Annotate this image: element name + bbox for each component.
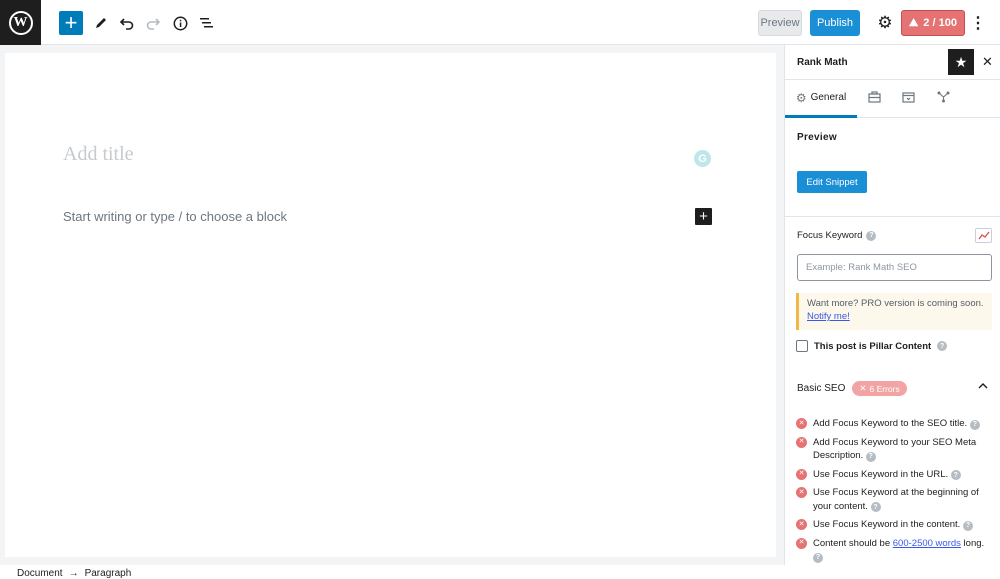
basic-seo-label: Basic SEO [797,383,846,394]
notify-me-link[interactable]: Notify me! [807,311,850,322]
sidebar-header: Rank Math ★ ✕ [785,45,1000,80]
list-item: ✕ Use Focus Keyword at the beginning of … [796,486,996,513]
block-appender[interactable]: Start writing or type / to choose a bloc… [63,209,287,224]
trend-icon[interactable] [975,228,992,243]
error-x-icon: ✕ [796,418,807,429]
edit-snippet-button[interactable]: Edit Snippet [797,171,867,193]
block-breadcrumb: Document → Paragraph [0,565,1000,579]
post-title-input[interactable]: Add title [63,143,134,166]
preview-heading: Preview [797,132,837,143]
list-item: ✕ Add Focus Keyword to your SEO Meta Des… [796,436,996,463]
list-view-icon[interactable] [194,11,218,35]
tab-social-share-icon[interactable] [937,91,950,106]
help-icon[interactable]: ? [962,520,973,531]
wordpress-icon: W [8,10,33,35]
error-x-icon: ✕ [796,519,807,530]
focus-keyword-text: Focus Keyword [797,230,863,241]
word-count-link[interactable]: 600-2500 words [893,538,961,549]
errors-badge: ✕ 6 Errors [852,381,907,396]
info-icon[interactable] [168,11,192,35]
rank-math-score-button[interactable]: ⛰ 2 / 100 [901,10,965,36]
check-text: Use Focus Keyword at the beginning of yo… [813,487,979,512]
help-icon[interactable]: ? [865,451,876,462]
errors-badge-label: 6 Errors [869,383,900,394]
check-text: Add Focus Keyword to your SEO Meta Descr… [813,436,977,462]
preview-section: Preview Edit Snippet [785,118,1000,217]
help-icon[interactable]: ? [813,552,823,563]
settings-gear-icon[interactable]: ⚙ [875,13,895,33]
close-icon[interactable]: ✕ [982,54,993,70]
add-block-button[interactable]: + [59,11,83,35]
error-x-icon: ✕ [796,468,807,480]
editor-canvas: Add title G Start writing or type / to c… [5,53,776,557]
list-item: ✕ Add Focus Keyword to the SEO title. ? [796,417,996,431]
tab-advanced-toolbox-icon[interactable] [868,91,881,106]
wordpress-logo[interactable]: W [0,0,41,45]
rank-math-logo-icon: ⛰ [909,16,919,29]
help-icon[interactable]: ? [950,470,961,481]
chevron-up-icon[interactable] [978,381,988,392]
error-x-icon: ✕ [796,537,807,549]
pencil-icon[interactable] [89,11,113,35]
sidebar-title: Rank Math [797,57,848,68]
list-item: ✕ Content should be 600-2500 words long.… [796,537,996,564]
focus-keyword-input[interactable]: Example: Rank Math SEO [797,254,992,281]
breadcrumb-paragraph[interactable]: Paragraph [85,568,132,579]
error-x-icon: ✕ [796,487,807,498]
check-text: Add Focus Keyword to the SEO title. [813,418,968,429]
help-icon[interactable]: ? [969,419,980,430]
check-text-suffix: long. [963,537,985,549]
undo-icon[interactable] [115,11,139,35]
score-value: 2 / 100 [923,17,957,29]
basic-seo-checklist: ✕ Add Focus Keyword to the SEO title. ? … [796,417,996,565]
tab-general-label: General [810,92,847,103]
inline-add-block-button[interactable]: + [695,208,712,225]
preview-button[interactable]: Preview [758,10,802,36]
editor-toolbar: W + Preview Publish ⚙ ⛰ 2 / 100 ⋮ [0,0,1000,45]
focus-keyword-label: Focus Keyword ? [797,230,877,241]
basic-seo-panel-header[interactable]: Basic SEO ✕ 6 Errors [797,381,907,396]
check-text: Use Focus Keyword in the URL. [813,468,949,480]
list-item: ✕ Use Focus Keyword in the URL. ? [796,468,996,482]
error-x-icon: ✕ [859,383,867,393]
check-text: Content should be [813,537,891,549]
error-x-icon: ✕ [796,436,807,448]
grammarly-icon[interactable]: G [694,150,711,167]
list-item: ✕ Use Focus Keyword in the content. ? [796,518,996,532]
pillar-content-checkbox[interactable] [796,340,808,352]
breadcrumb-separator: → [68,568,79,579]
redo-icon[interactable] [141,11,165,35]
pin-star-icon[interactable]: ★ [948,49,974,75]
check-text: Use Focus Keyword in the content. [813,519,961,530]
tab-general[interactable]: ⚙ General [785,80,857,118]
breadcrumb-document[interactable]: Document [17,568,63,579]
more-vertical-icon[interactable]: ⋮ [970,12,986,34]
publish-button[interactable]: Publish [810,10,860,36]
sidebar-tabs: ⚙ General [785,80,1000,118]
help-icon[interactable]: ? [866,230,877,241]
pillar-content-label: This post is Pillar Content [814,340,932,352]
help-icon[interactable]: ? [870,502,881,513]
help-icon[interactable]: ? [937,341,948,351]
pro-notice: Want more? PRO version is coming soon. N… [796,293,992,330]
tab-schema-icon[interactable] [902,91,915,106]
gear-icon: ⚙ [795,90,807,105]
pillar-content-option[interactable]: This post is Pillar Content ? [796,340,948,352]
rank-math-sidebar: Rank Math ★ ✕ ⚙ General Preview Edit Sni… [784,45,1000,565]
pro-notice-text: Want more? PRO version is coming soon. [807,298,984,309]
